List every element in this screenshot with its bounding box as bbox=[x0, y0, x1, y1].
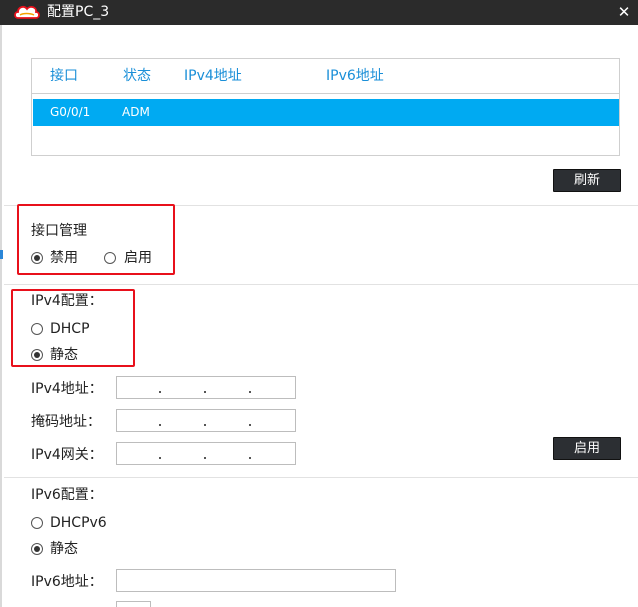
ipv4-apply-button[interactable]: 启用 bbox=[553, 437, 621, 460]
gateway-field[interactable] bbox=[116, 442, 296, 465]
column-header-ipv4[interactable]: IPv4地址 bbox=[184, 67, 242, 85]
title-bar: 配置PC_3 ✕ bbox=[0, 0, 638, 25]
mask-field[interactable] bbox=[116, 409, 296, 432]
cloud-logo-icon bbox=[14, 5, 40, 19]
side-marker bbox=[0, 250, 3, 259]
ipv6-config-title: IPv6配置： bbox=[31, 487, 103, 503]
radio-ipv4-dhcp-label[interactable]: DHCP bbox=[50, 320, 90, 338]
window-left-edge bbox=[0, 25, 2, 607]
radio-enable[interactable] bbox=[104, 252, 116, 264]
radio-ipv6-static[interactable] bbox=[31, 543, 43, 555]
radio-ipv6-dhcp-label[interactable]: DHCPv6 bbox=[50, 514, 107, 532]
radio-ipv4-dhcp[interactable] bbox=[31, 323, 43, 335]
radio-disable-label[interactable]: 禁用 bbox=[50, 249, 78, 267]
radio-ipv4-static[interactable] bbox=[31, 349, 43, 361]
column-header-interface[interactable]: 接口 bbox=[50, 67, 78, 85]
close-icon[interactable]: ✕ bbox=[617, 3, 631, 21]
divider bbox=[4, 477, 638, 478]
column-header-ipv6[interactable]: IPv6地址 bbox=[326, 67, 384, 85]
ipv4-address-label: IPv4地址： bbox=[31, 381, 103, 397]
table-header: 接口 状态 IPv4地址 IPv6地址 bbox=[32, 59, 619, 94]
window-title: 配置PC_3 bbox=[47, 4, 110, 20]
gateway-label: IPv4网关： bbox=[31, 447, 103, 463]
column-header-status[interactable]: 状态 bbox=[123, 67, 151, 85]
ipv6-address-label: IPv6地址： bbox=[31, 574, 103, 590]
row-status: ADM bbox=[122, 105, 150, 119]
radio-ipv6-dhcp[interactable] bbox=[31, 517, 43, 529]
interface-mgmt-title: 接口管理 bbox=[31, 223, 87, 239]
ipv6-address-field[interactable] bbox=[116, 569, 396, 592]
radio-enable-label[interactable]: 启用 bbox=[124, 249, 152, 267]
ipv6-prefix-field[interactable] bbox=[116, 601, 151, 607]
radio-disable[interactable] bbox=[31, 252, 43, 264]
interfaces-table: 接口 状态 IPv4地址 IPv6地址 G0/0/1 ADM bbox=[31, 58, 620, 156]
radio-ipv6-static-label[interactable]: 静态 bbox=[50, 540, 78, 558]
ipv4-config-title: IPv4配置： bbox=[31, 293, 103, 309]
row-interface: G0/0/1 bbox=[50, 105, 91, 119]
refresh-button[interactable]: 刷新 bbox=[553, 169, 621, 192]
divider bbox=[4, 284, 638, 285]
radio-ipv4-static-label[interactable]: 静态 bbox=[50, 346, 78, 364]
mask-label: 掩码地址： bbox=[31, 414, 101, 430]
table-row[interactable]: G0/0/1 ADM bbox=[33, 99, 619, 126]
ipv4-address-field[interactable] bbox=[116, 376, 296, 399]
